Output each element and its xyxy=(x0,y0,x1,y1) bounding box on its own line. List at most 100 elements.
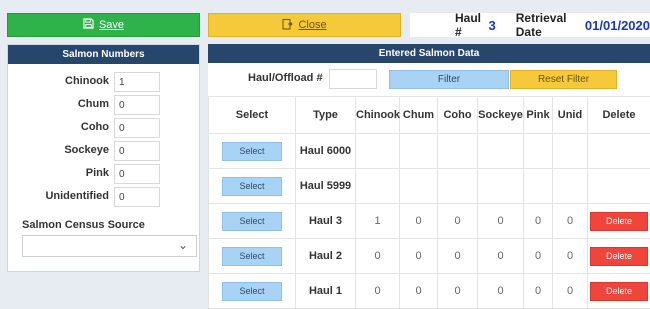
close-icon xyxy=(282,18,293,33)
coho-cell: 0 xyxy=(438,274,478,309)
chum-row: Chum 0 xyxy=(8,95,201,115)
salmon-numbers-panel: Salmon Numbers Chinook 1 Chum 0 Coho 0 S… xyxy=(7,44,200,272)
reset-filter-button[interactable]: Reset Filter xyxy=(510,70,617,89)
unid-cell: 0 xyxy=(553,204,588,239)
haul-number-value: 3 xyxy=(489,18,496,33)
pink-cell: 0 xyxy=(524,239,553,274)
select-button[interactable]: Select xyxy=(222,212,282,231)
chinook-cell xyxy=(356,169,400,204)
col-header-delete: Delete xyxy=(588,97,650,134)
sockeye-cell: 0 xyxy=(478,274,524,309)
census-source-label: Salmon Census Source xyxy=(22,219,145,231)
sockeye-cell: 0 xyxy=(478,204,524,239)
chinook-cell: 0 xyxy=(356,239,400,274)
unidentified-input[interactable]: 0 xyxy=(114,187,160,207)
coho-cell: 0 xyxy=(438,204,478,239)
delete-cell xyxy=(588,134,650,169)
save-icon xyxy=(83,18,94,32)
col-header-pink: Pink xyxy=(524,97,553,134)
census-source-select[interactable]: ⌄ xyxy=(22,235,197,257)
salmon-numbers-title: Salmon Numbers xyxy=(8,45,199,64)
delete-cell xyxy=(588,169,650,204)
retrieval-date-label: Retrieval Date xyxy=(516,11,577,39)
coho-row: Coho 0 xyxy=(8,118,201,138)
col-header-chinook: Chinook xyxy=(356,97,400,134)
pink-input[interactable]: 0 xyxy=(114,164,160,184)
chum-label: Chum xyxy=(78,98,109,110)
pink-cell xyxy=(524,169,553,204)
type-cell: Haul 2 xyxy=(296,239,356,274)
delete-button[interactable]: Delete xyxy=(590,212,648,231)
table-row: Select Haul 3 1 0 0 0 0 0 Delete xyxy=(209,204,650,239)
table-row: Select Haul 6000 xyxy=(209,134,650,169)
pink-row: Pink 0 xyxy=(8,164,201,184)
entered-salmon-data-panel: Entered Salmon Data Haul/Offload # Filte… xyxy=(208,44,650,308)
select-button[interactable]: Select xyxy=(222,247,282,266)
coho-label: Coho xyxy=(81,121,109,133)
col-header-type: Type xyxy=(296,97,356,134)
filter-button[interactable]: Filter xyxy=(389,70,509,89)
chinook-label: Chinook xyxy=(65,75,109,87)
select-button[interactable]: Select xyxy=(222,177,282,196)
delete-button[interactable]: Delete xyxy=(590,247,648,266)
chevron-down-icon: ⌄ xyxy=(178,238,188,252)
salmon-data-table: Select Type Chinook Chum Coho Sockeye Pi… xyxy=(208,96,650,309)
table-row: Select Haul 2 0 0 0 0 0 0 Delete xyxy=(209,239,650,274)
retrieval-date-value: 01/01/2020 xyxy=(585,18,650,33)
unid-cell xyxy=(553,169,588,204)
chinook-input[interactable]: 1 xyxy=(114,72,160,92)
chum-cell xyxy=(400,169,438,204)
sockeye-cell: 0 xyxy=(478,239,524,274)
save-label: Save xyxy=(99,19,124,31)
unidentified-label: Unidentified xyxy=(45,190,109,202)
select-button[interactable]: Select xyxy=(222,142,282,161)
chinook-row: Chinook 1 xyxy=(8,72,201,92)
col-header-select: Select xyxy=(209,97,296,134)
col-header-coho: Coho xyxy=(438,97,478,134)
chum-input[interactable]: 0 xyxy=(114,95,160,115)
type-cell: Haul 1 xyxy=(296,274,356,309)
chum-cell: 0 xyxy=(400,239,438,274)
pink-cell: 0 xyxy=(524,274,553,309)
pink-label: Pink xyxy=(86,167,109,179)
col-header-unid: Unid xyxy=(553,97,588,134)
unidentified-row: Unidentified 0 xyxy=(8,187,201,207)
close-button[interactable]: Close xyxy=(208,13,401,37)
sockeye-row: Sockeye 0 xyxy=(8,141,201,161)
haul-number-label: Haul # xyxy=(455,11,483,39)
coho-cell xyxy=(438,169,478,204)
pink-cell xyxy=(524,134,553,169)
table-header-row: Select Type Chinook Chum Coho Sockeye Pi… xyxy=(209,97,650,134)
chinook-cell: 0 xyxy=(356,274,400,309)
chinook-cell xyxy=(356,134,400,169)
chum-cell: 0 xyxy=(400,274,438,309)
filter-row: Haul/Offload # Filter Reset Filter xyxy=(208,63,650,93)
col-header-chum: Chum xyxy=(400,97,438,134)
type-cell: Haul 3 xyxy=(296,204,356,239)
chum-cell xyxy=(400,134,438,169)
sockeye-cell xyxy=(478,134,524,169)
coho-cell xyxy=(438,134,478,169)
delete-button[interactable]: Delete xyxy=(590,282,648,301)
type-cell: Haul 6000 xyxy=(296,134,356,169)
haul-info-bar: Haul # 3 Retrieval Date 01/01/2020 xyxy=(410,13,650,37)
haul-offload-input[interactable] xyxy=(329,69,377,89)
coho-cell: 0 xyxy=(438,239,478,274)
coho-input[interactable]: 0 xyxy=(114,118,160,138)
type-cell: Haul 5999 xyxy=(296,169,356,204)
haul-offload-label: Haul/Offload # xyxy=(248,72,323,84)
chum-cell: 0 xyxy=(400,204,438,239)
unid-cell xyxy=(553,134,588,169)
table-row: Select Haul 5999 xyxy=(209,169,650,204)
entered-salmon-data-title: Entered Salmon Data xyxy=(208,44,650,63)
close-label: Close xyxy=(298,19,326,31)
sockeye-input[interactable]: 0 xyxy=(114,141,160,161)
pink-cell: 0 xyxy=(524,204,553,239)
select-button[interactable]: Select xyxy=(222,282,282,301)
sockeye-cell xyxy=(478,169,524,204)
sockeye-label: Sockeye xyxy=(64,144,109,156)
unid-cell: 0 xyxy=(553,239,588,274)
save-button[interactable]: Save xyxy=(7,13,200,37)
table-row: Select Haul 1 0 0 0 0 0 0 Delete xyxy=(209,274,650,309)
col-header-sockeye: Sockeye xyxy=(478,97,524,134)
